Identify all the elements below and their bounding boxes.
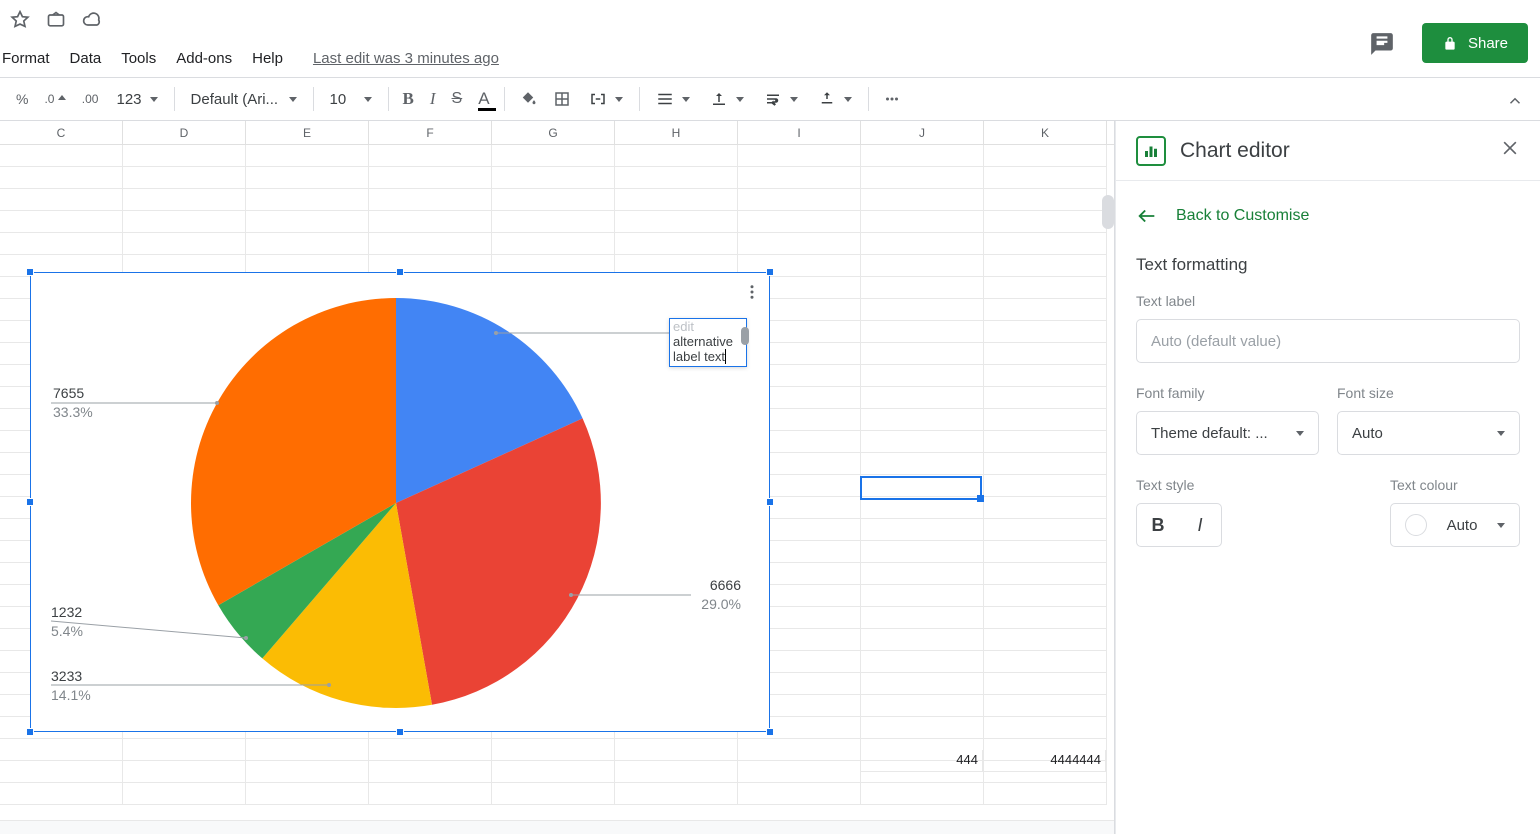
move-icon[interactable] bbox=[46, 10, 66, 30]
pie-chart: 6666 29.0% 3233 14.1% 1232 5.4% 7655 33.… bbox=[31, 273, 771, 733]
close-icon[interactable] bbox=[1500, 138, 1520, 163]
slice-percent: 14.1% bbox=[51, 687, 91, 703]
font-size-select[interactable]: Auto bbox=[1337, 411, 1520, 455]
col-header[interactable]: E bbox=[246, 121, 369, 144]
chart-menu-button[interactable] bbox=[743, 283, 761, 306]
resize-handle[interactable] bbox=[766, 268, 774, 276]
slice-label: 1232 bbox=[51, 604, 82, 620]
scrollbar-horizontal[interactable] bbox=[0, 820, 1114, 834]
resize-handle[interactable] bbox=[396, 728, 404, 736]
color-swatch bbox=[1405, 514, 1427, 536]
decrease-decimal-button[interactable]: .0 bbox=[38, 84, 71, 114]
resize-handle[interactable] bbox=[26, 268, 34, 276]
menu-addons[interactable]: Add-ons bbox=[166, 44, 242, 73]
slice-label: 7655 bbox=[53, 385, 84, 401]
text-rotation-dropdown[interactable] bbox=[810, 84, 860, 114]
menu-tools[interactable]: Tools bbox=[111, 44, 166, 73]
col-header[interactable]: J bbox=[861, 121, 984, 144]
field-label: Font size bbox=[1337, 385, 1520, 401]
share-button[interactable]: Share bbox=[1422, 23, 1528, 63]
slice-label: 3233 bbox=[51, 668, 82, 684]
lock-icon bbox=[1442, 35, 1458, 51]
resize-handle[interactable] bbox=[26, 728, 34, 736]
increase-decimal-button[interactable]: .00 bbox=[76, 84, 105, 114]
bold-button[interactable]: B bbox=[397, 84, 420, 114]
text-colour-select[interactable]: Auto bbox=[1390, 503, 1520, 547]
font-family-select[interactable]: Theme default: ... bbox=[1136, 411, 1319, 455]
editor-line: label text bbox=[673, 349, 725, 364]
fill-handle[interactable] bbox=[977, 495, 984, 502]
col-header[interactable]: I bbox=[738, 121, 861, 144]
scroll-thumb[interactable] bbox=[1102, 195, 1114, 229]
horizontal-align-dropdown[interactable] bbox=[648, 84, 698, 114]
slice-label: 6666 bbox=[710, 577, 741, 593]
col-header[interactable]: G bbox=[492, 121, 615, 144]
chart-object[interactable]: 6666 29.0% 3233 14.1% 1232 5.4% 7655 33.… bbox=[30, 272, 770, 732]
borders-button[interactable] bbox=[547, 84, 577, 114]
vertical-align-dropdown[interactable] bbox=[702, 84, 752, 114]
resize-handle[interactable] bbox=[396, 268, 404, 276]
percent-format-button[interactable]: % bbox=[10, 84, 34, 114]
strikethrough-button[interactable]: S bbox=[446, 84, 469, 114]
slice-percent: 29.0% bbox=[701, 596, 741, 612]
field-label: Text style bbox=[1136, 477, 1372, 493]
italic-toggle[interactable]: I bbox=[1179, 504, 1221, 546]
font-size-dropdown[interactable]: 10 bbox=[322, 84, 380, 114]
menu-data[interactable]: Data bbox=[60, 44, 112, 73]
back-label: Back to Customise bbox=[1176, 207, 1309, 225]
back-to-customise-button[interactable]: Back to Customise bbox=[1116, 181, 1540, 245]
chart-editor-panel: Chart editor Back to Customise Text form… bbox=[1115, 121, 1540, 834]
resize-handle[interactable] bbox=[766, 728, 774, 736]
last-edit-link[interactable]: Last edit was 3 minutes ago bbox=[303, 44, 509, 73]
arrow-left-icon bbox=[1136, 205, 1158, 227]
field-label: Text label bbox=[1136, 293, 1520, 309]
editor-line: edit bbox=[673, 320, 743, 335]
text-style-buttons: B I bbox=[1136, 503, 1222, 547]
scroll-thumb[interactable] bbox=[741, 327, 749, 345]
spreadsheet-grid[interactable]: C D E F G H I J K 444 4444444 bbox=[0, 121, 1115, 834]
toolbar: % .0 .00 123 Default (Ari... 10 B I S A bbox=[0, 77, 1540, 121]
menu-format[interactable]: Format bbox=[0, 44, 60, 73]
comments-button[interactable] bbox=[1362, 24, 1402, 64]
resize-handle[interactable] bbox=[766, 498, 774, 506]
col-header[interactable]: F bbox=[369, 121, 492, 144]
text-wrap-dropdown[interactable] bbox=[756, 84, 806, 114]
collapse-toolbar-button[interactable] bbox=[1500, 86, 1530, 116]
resize-handle[interactable] bbox=[26, 498, 34, 506]
cell-value[interactable]: 444 bbox=[860, 750, 983, 772]
share-label: Share bbox=[1468, 35, 1508, 52]
col-header[interactable]: K bbox=[984, 121, 1107, 144]
more-formats-dropdown[interactable]: 123 bbox=[108, 84, 165, 114]
text-label-input[interactable]: Auto (default value) bbox=[1136, 319, 1520, 363]
col-header[interactable]: H bbox=[615, 121, 738, 144]
font-family-dropdown[interactable]: Default (Ari... bbox=[183, 84, 305, 114]
field-label: Font family bbox=[1136, 385, 1319, 401]
cloud-icon[interactable] bbox=[82, 10, 102, 30]
slice-percent: 5.4% bbox=[51, 623, 83, 639]
col-header[interactable]: C bbox=[0, 121, 123, 144]
panel-title: Chart editor bbox=[1180, 139, 1486, 163]
star-icon[interactable] bbox=[10, 10, 30, 30]
field-label: Text colour bbox=[1390, 477, 1520, 493]
cell-value[interactable]: 4444444 bbox=[983, 750, 1106, 772]
menu-bar: Format Data Tools Add-ons Help Last edit… bbox=[0, 39, 1540, 77]
menu-help[interactable]: Help bbox=[242, 44, 293, 73]
merge-cells-dropdown[interactable] bbox=[581, 84, 631, 114]
editor-line: alternative bbox=[673, 335, 743, 350]
title-bar: Share bbox=[0, 0, 1540, 39]
more-tools-button[interactable] bbox=[877, 84, 907, 114]
selected-cell[interactable] bbox=[860, 476, 982, 500]
slice-percent: 33.3% bbox=[53, 404, 93, 420]
section-title: Text formatting bbox=[1116, 245, 1540, 293]
text-color-button[interactable]: A bbox=[472, 84, 495, 114]
fill-color-button[interactable] bbox=[513, 84, 543, 114]
bold-toggle[interactable]: B bbox=[1137, 504, 1179, 546]
italic-button[interactable]: I bbox=[424, 84, 442, 114]
slice-label-editor[interactable]: edit alternative label text bbox=[669, 318, 747, 367]
chart-icon bbox=[1136, 136, 1166, 166]
col-header[interactable]: D bbox=[123, 121, 246, 144]
